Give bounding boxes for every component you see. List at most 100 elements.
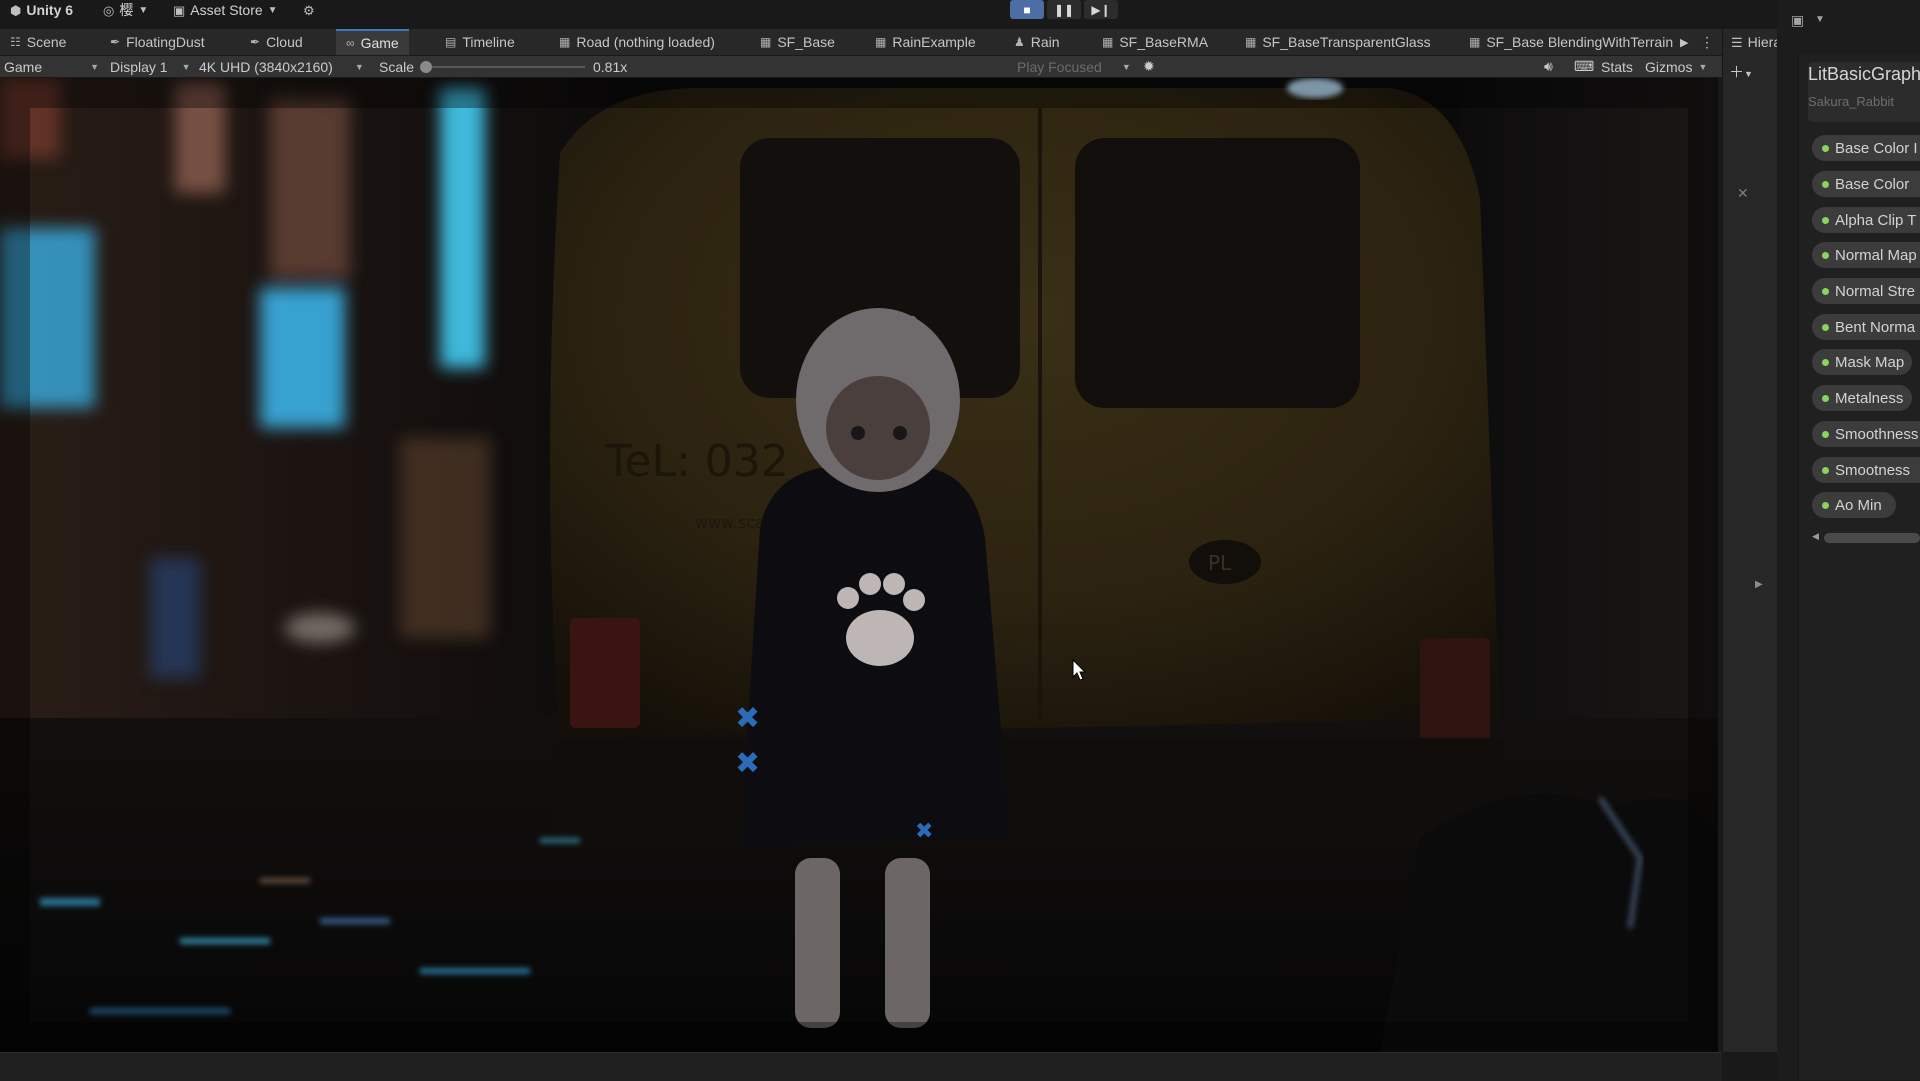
stats-toggle[interactable]: Stats <box>1601 56 1633 77</box>
display-label: Display 1 <box>110 58 168 75</box>
tab-label: SF_BaseRMA <box>1119 34 1209 50</box>
asset-store-menu[interactable]: ▣ Asset Store ▼ <box>173 0 278 20</box>
resolution-dropdown[interactable]: 4K UHD (3840x2160) ▼ <box>199 56 364 77</box>
blackboard-property[interactable]: Smoothness <box>1812 421 1920 447</box>
tab-timeline[interactable]: ▤ Timeline <box>445 29 515 55</box>
property-label: Bent Norma <box>1835 318 1916 336</box>
scale-label: Scale <box>379 58 415 75</box>
add-object-button[interactable]: ＋▼ <box>1729 61 1753 82</box>
tab-sf-base[interactable]: ▦ SF_Base <box>760 29 835 55</box>
blackboard-property[interactable]: Bent Norma <box>1812 314 1920 340</box>
game-view-dropdown[interactable]: Game ▼ <box>4 56 99 77</box>
property-label: Normal Stre <box>1835 282 1916 300</box>
grid-icon: ☷ <box>10 35 21 49</box>
blackboard-property[interactable]: Normal Stre <box>1812 278 1920 304</box>
van-badge-text: PL <box>1208 551 1232 575</box>
property-label: Normal Map <box>1835 246 1917 264</box>
character-right-leg <box>885 858 930 1028</box>
tab-label: SF_Base BlendingWithTerrain <box>1486 34 1674 50</box>
tab-sf-base-blendingwithterrain[interactable]: ▦ SF_Base BlendingWithTerrain <box>1469 29 1673 55</box>
save-icon[interactable]: ▣ <box>1791 12 1804 29</box>
account-menu[interactable]: ◎ 樱 ▼ <box>103 0 148 20</box>
tab-label: Rain <box>1030 34 1060 50</box>
blackboard-property[interactable]: Base Color I <box>1812 135 1920 161</box>
sleeve-x-left: ✖ <box>735 701 760 736</box>
tab-label: Road (nothing loaded) <box>576 34 715 50</box>
play-button[interactable]: ■ <box>1010 0 1044 19</box>
blackboard-property[interactable]: Normal Map <box>1812 242 1920 268</box>
pin-icon: ✕ <box>1737 185 1749 201</box>
scrollbar-thumb[interactable] <box>1824 533 1920 543</box>
sleeve-x-right: ✖ <box>915 819 933 844</box>
bug-icon: ✹ <box>1143 58 1155 74</box>
pause-button[interactable]: ❚❚ <box>1047 0 1081 19</box>
game-viewport[interactable]: TeL: 032 www.sca PL ✖ ✖ ✖ <box>0 78 1718 1052</box>
property-type-dot-icon <box>1822 251 1829 259</box>
scale-slider-handle[interactable] <box>420 61 432 73</box>
blackboard-property[interactable]: Metalness <box>1812 385 1912 411</box>
van-website-text: www.sca <box>695 513 765 532</box>
list-icon: ☰ <box>1731 34 1743 50</box>
tab-label: SF_Base <box>777 34 835 50</box>
tab-game[interactable]: ∞ Game <box>336 29 409 55</box>
play-mode-dropdown[interactable]: Play Focused ▼ <box>1017 56 1131 77</box>
property-label: Alpha Clip T <box>1835 211 1917 229</box>
gizmos-dropdown[interactable]: Gizmos ▼ <box>1645 56 1707 77</box>
status-bar <box>0 1052 1722 1081</box>
tab-rain[interactable]: ♟ Rain <box>1014 29 1060 55</box>
tab-rainexample[interactable]: ▦ RainExample <box>875 29 976 55</box>
document-icon: ▦ <box>559 35 571 49</box>
blackboard-property[interactable]: Mask Map <box>1812 349 1912 375</box>
chevron-down-icon: ▼ <box>90 61 100 72</box>
tab-label: Timeline <box>462 34 515 50</box>
asset-store-label: Asset Store <box>190 2 263 18</box>
chevron-down-icon: ▼ <box>267 4 278 16</box>
tab-options-button[interactable]: ⋮ <box>1700 29 1714 55</box>
property-label: Smootness <box>1835 461 1911 479</box>
blackboard-horizontal-scrollbar[interactable]: ◀ <box>1812 531 1920 545</box>
tab-sf-basehrma[interactable]: ▦ SF_BaseRMA <box>1102 29 1208 55</box>
document-icon: ▦ <box>1245 35 1257 49</box>
property-type-dot-icon <box>1822 501 1829 509</box>
chevron-down-icon: ▼ <box>181 61 191 72</box>
chevron-down-icon: ▼ <box>354 61 364 72</box>
settings-button[interactable]: ⚙ <box>303 0 315 20</box>
blackboard-property[interactable]: Ao Min <box>1812 492 1896 518</box>
chevron-down-icon[interactable]: ▼ <box>1815 14 1825 25</box>
display-dropdown[interactable]: Display 1 ▼ <box>110 56 191 77</box>
pause-icon: ❚❚ <box>1053 2 1075 17</box>
gizmos-label: Gizmos <box>1645 58 1693 75</box>
scroll-left-icon[interactable]: ◀ <box>1812 531 1819 542</box>
step-button[interactable]: ▶❙ <box>1084 0 1118 19</box>
character-left-leg <box>795 858 840 1028</box>
tab-road[interactable]: ▦ Road (nothing loaded) <box>559 29 715 55</box>
property-label: Smoothness <box>1835 425 1919 443</box>
blackboard-property[interactable]: Smootness <box>1812 457 1920 483</box>
scale-slider-track[interactable] <box>425 66 585 68</box>
property-type-dot-icon <box>1822 394 1829 402</box>
unity-menu[interactable]: ⬢ Unity 6 <box>10 0 73 20</box>
expand-arrow-icon[interactable]: ▶ <box>1755 579 1763 590</box>
blackboard-property[interactable]: Base Color <box>1812 171 1920 197</box>
debug-toggle[interactable]: ✹ <box>1143 56 1155 77</box>
van-right-taillight <box>1420 638 1490 748</box>
tab-cloud[interactable]: ✒ Cloud <box>250 29 303 55</box>
game-view-toolbar: Game ▼ Display 1 ▼ 4K UHD (3840x2160) ▼ … <box>0 56 1722 77</box>
van-left-taillight <box>570 618 640 728</box>
property-type-dot-icon <box>1822 358 1829 366</box>
tab-label: Game <box>360 35 399 51</box>
tab-overflow-button[interactable]: ▶ <box>1680 29 1688 55</box>
keyboard-shortcuts-toggle[interactable]: ⌨ <box>1574 56 1594 77</box>
tab-scene[interactable]: ☷ Scene <box>10 29 66 55</box>
plus-icon: ＋ <box>1729 64 1745 81</box>
account-icon: ◎ <box>103 2 115 18</box>
tab-sf-basetransparentglass[interactable]: ▦ SF_BaseTransparentGlass <box>1245 29 1431 55</box>
mute-audio-toggle[interactable]: 🔊︎ <box>1544 56 1553 77</box>
blackboard-property[interactable]: Alpha Clip T <box>1812 207 1920 233</box>
van-right-window <box>1075 138 1360 408</box>
tab-floatingdust[interactable]: ✒ FloatingDust <box>110 29 205 55</box>
property-label: Ao Min <box>1835 496 1882 514</box>
kebab-menu-icon: ⋮ <box>1700 33 1714 50</box>
stop-icon: ■ <box>1023 2 1031 17</box>
van-phone-text: TeL: 032 <box>604 436 789 487</box>
